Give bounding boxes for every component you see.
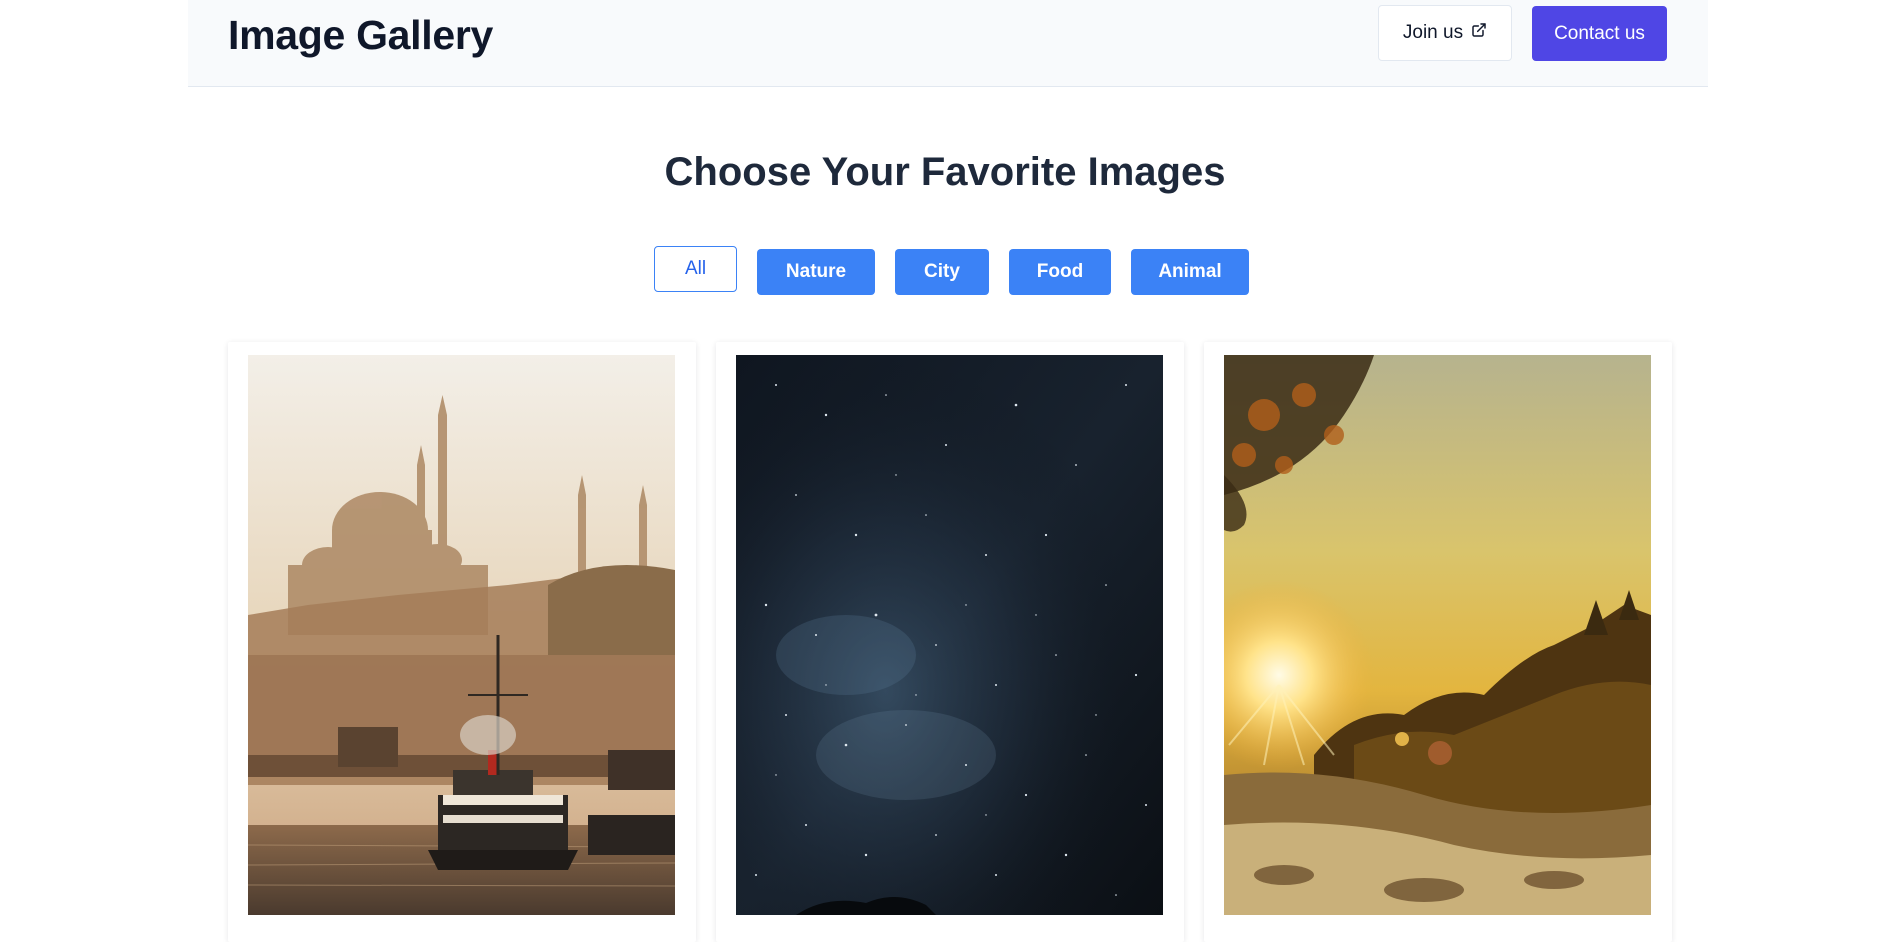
category-filters: All Nature City Food Animal [0,246,1890,296]
gallery-image-istanbul[interactable] [248,355,675,915]
gallery-card[interactable] [716,342,1184,942]
filter-all-button[interactable]: All [654,246,737,292]
gallery-image-night-sky[interactable] [736,355,1163,915]
brand-title[interactable]: Image Gallery [228,12,493,59]
external-link-icon [1471,22,1487,44]
site-header: Image Gallery Join us Contact us [188,0,1708,87]
filter-animal-button[interactable]: Animal [1131,249,1249,295]
filter-city-button[interactable]: City [895,249,989,295]
contact-us-button[interactable]: Contact us [1532,6,1667,61]
page-title: Choose Your Favorite Images [664,150,1226,194]
gallery-card[interactable] [228,342,696,942]
filter-food-button[interactable]: Food [1009,249,1111,295]
gallery-card[interactable] [1204,342,1672,942]
join-us-button[interactable]: Join us [1378,5,1512,61]
join-us-label: Join us [1402,22,1464,43]
gallery-image-sunset[interactable] [1224,355,1651,915]
filter-nature-button[interactable]: Nature [757,249,875,295]
